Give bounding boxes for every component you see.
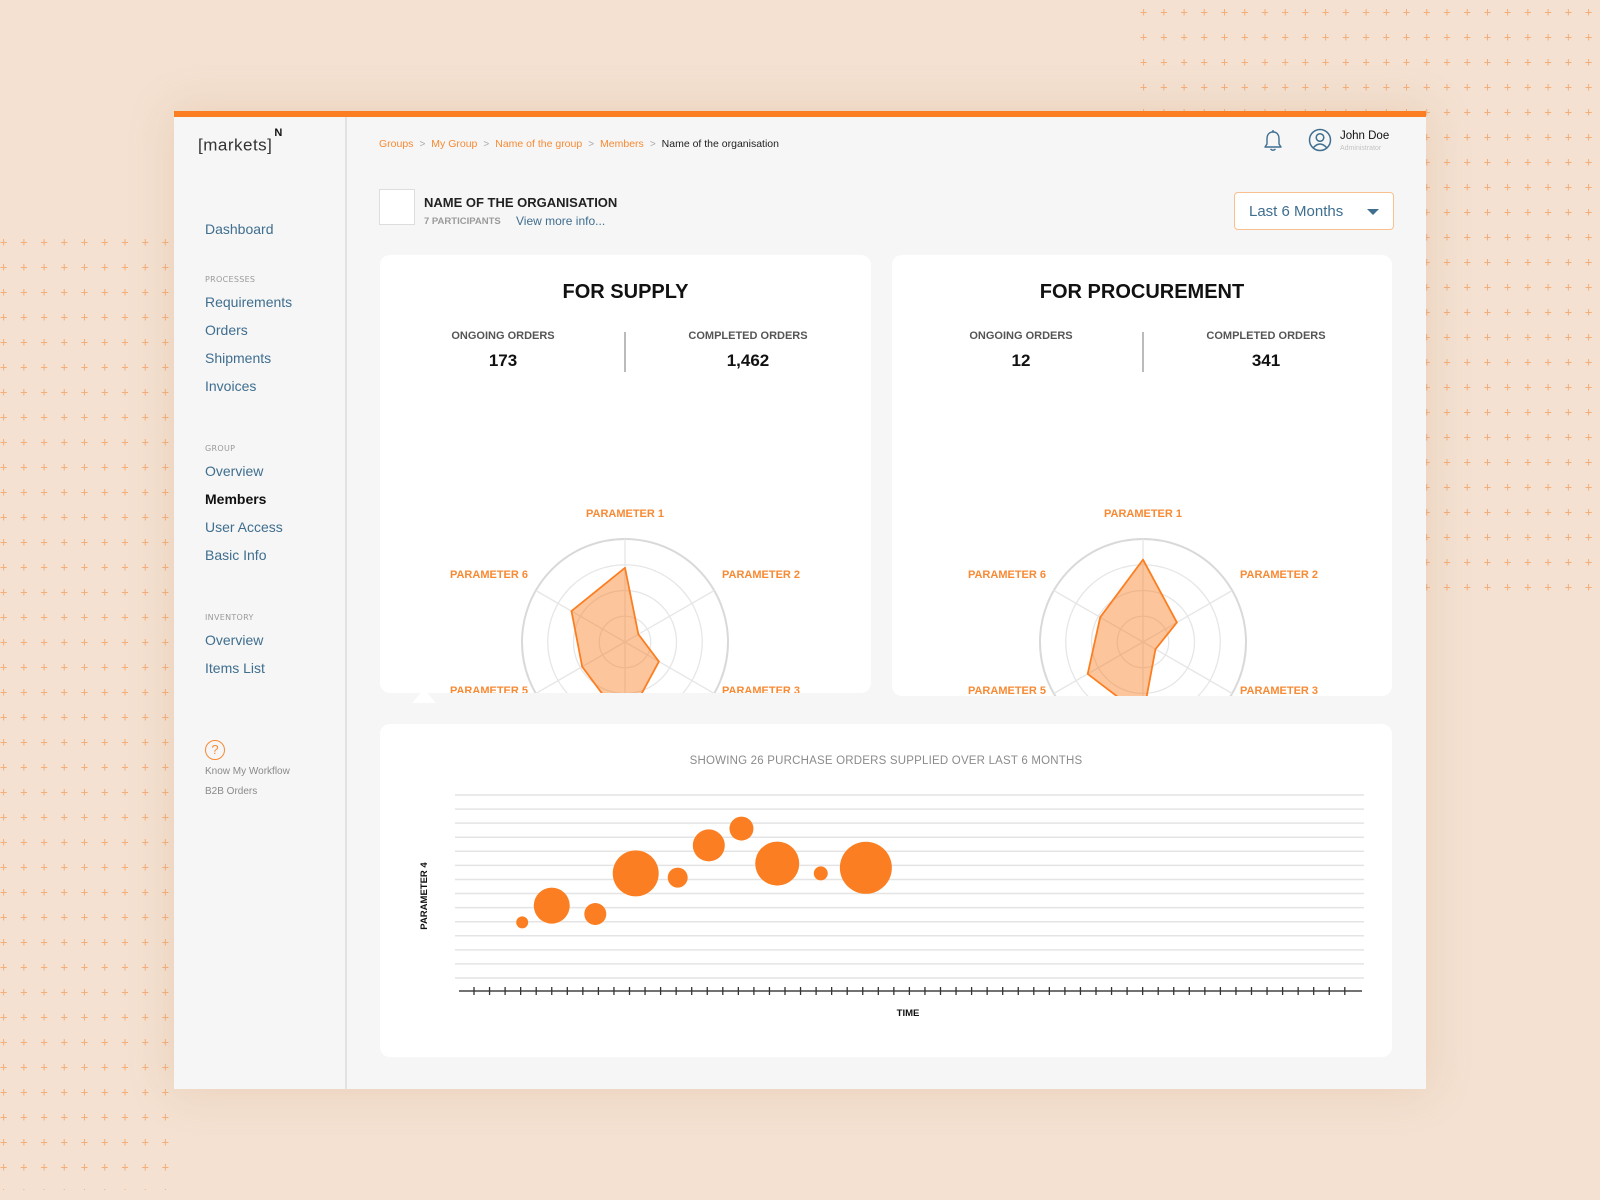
logo-superscript: N	[274, 127, 283, 139]
logo-text: [markets]	[198, 135, 273, 155]
card-pointer	[412, 689, 436, 703]
sidebar-section-inventory: INVENTORY	[205, 613, 254, 622]
radar-axis-label: PARAMETER 1	[1104, 508, 1182, 520]
sidebar-section-group: GROUP	[205, 444, 236, 453]
view-more-info-link[interactable]: View more info...	[516, 214, 605, 228]
supply-card: FOR SUPPLY ONGOING ORDERS 173 COMPLETED …	[380, 255, 871, 693]
bubble	[667, 867, 688, 888]
sidebar-item-requirements[interactable]: Requirements	[205, 294, 292, 310]
bell-icon[interactable]	[1262, 129, 1284, 153]
bubble	[533, 887, 570, 924]
bubble	[692, 829, 725, 862]
radar-axis-label: PARAMETER 5	[450, 685, 528, 693]
period-dropdown-value: Last 6 Months	[1249, 202, 1344, 220]
background-pattern-left: +++++++++ +++++++++ +++++++++ +++++++++ ++++…	[0, 235, 180, 1190]
breadcrumb-groups[interactable]: Groups	[379, 138, 413, 150]
sidebar-item-basic-info[interactable]: Basic Info	[205, 547, 266, 563]
help-link-workflow[interactable]: Know My Workflow	[205, 766, 290, 777]
bubble-chart-card: SHOWING 26 PURCHASE ORDERS SUPPLIED OVER…	[380, 724, 1392, 1057]
breadcrumb-current: Name of the organisation	[661, 138, 779, 150]
sidebar-item-user-access[interactable]: User Access	[205, 519, 283, 535]
question-circle-icon[interactable]: ?	[205, 740, 225, 760]
sidebar-item-shipments[interactable]: Shipments	[205, 350, 271, 366]
breadcrumb-separator: >	[649, 138, 656, 150]
breadcrumb: Groups > My Group > Name of the group > …	[379, 138, 779, 150]
bubble-chart: TIME PARAMETER 4	[419, 794, 1364, 1019]
sidebar-item-inventory-overview[interactable]: Overview	[205, 632, 263, 648]
participants-count: 7 PARTICIPANTS	[424, 216, 501, 227]
sidebar-section-processes: PROCESSES	[205, 275, 256, 284]
bubble	[729, 816, 754, 841]
sidebar-item-dashboard[interactable]: Dashboard	[205, 221, 274, 237]
caret-down-icon	[1367, 209, 1379, 215]
organisation-logo	[379, 189, 415, 225]
breadcrumb-separator: >	[588, 138, 595, 150]
bubble	[839, 841, 892, 894]
bubble	[516, 916, 529, 929]
radar-chart-supply: PARAMETER 1 PARAMETER 2 PARAMETER 3 PARAMET…	[450, 508, 800, 693]
radar-axis-label: PARAMETER 2	[722, 569, 800, 581]
organisation-name: NAME OF THE ORGANISATION	[424, 195, 618, 210]
breadcrumb-separator: >	[483, 138, 490, 150]
user-name[interactable]: John Doe	[1340, 130, 1389, 142]
radar-spoke	[1142, 641, 1233, 695]
user-circle-icon[interactable]	[1308, 128, 1332, 152]
sidebar-item-group-overview[interactable]: Overview	[205, 463, 263, 479]
sidebar-item-invoices[interactable]: Invoices	[205, 378, 256, 394]
period-dropdown[interactable]: Last 6 Months	[1234, 192, 1394, 230]
logo[interactable]: [markets]N	[198, 127, 283, 156]
radar-axis-label: PARAMETER 3	[722, 685, 800, 693]
breadcrumb-separator: >	[419, 138, 426, 150]
breadcrumb-my-group[interactable]: My Group	[431, 138, 477, 150]
radar-axis-label: PARAMETER 5	[968, 685, 1046, 696]
radar-axis-label: PARAMETER 6	[450, 569, 528, 581]
user-role: Administrator	[1340, 145, 1382, 152]
radar-polygon	[1086, 558, 1178, 696]
radar-axis-label: PARAMETER 1	[586, 508, 664, 520]
breadcrumb-group-name[interactable]: Name of the group	[495, 138, 582, 150]
sidebar: [markets]N Dashboard PROCESSES Requireme…	[174, 117, 347, 1089]
radar-axis-label: PARAMETER 6	[968, 569, 1046, 581]
sidebar-item-orders[interactable]: Orders	[205, 322, 248, 338]
bubble	[612, 850, 659, 897]
app-window: [markets]N Dashboard PROCESSES Requireme…	[174, 111, 1426, 1089]
sidebar-item-items-list[interactable]: Items List	[205, 660, 265, 676]
help-link-b2b-orders[interactable]: B2B Orders	[205, 786, 257, 797]
y-axis-label: PARAMETER 4	[419, 862, 430, 930]
radar-axis-label: PARAMETER 2	[1240, 569, 1318, 581]
radar-axis-label: PARAMETER 3	[1240, 685, 1318, 696]
radar-chart-procurement: PARAMETER 1 PARAMETER 2 PARAMETER 3 PARAMET…	[968, 508, 1318, 696]
top-accent-bar	[174, 111, 1426, 117]
bubble	[584, 903, 607, 925]
sidebar-item-members[interactable]: Members	[205, 491, 266, 507]
procurement-card: FOR PROCUREMENT ONGOING ORDERS 12 COMPLE…	[892, 255, 1392, 696]
x-axis-label: TIME	[897, 1008, 920, 1019]
breadcrumb-members[interactable]: Members	[600, 138, 644, 150]
bubble	[813, 866, 828, 881]
bubble	[755, 841, 800, 886]
